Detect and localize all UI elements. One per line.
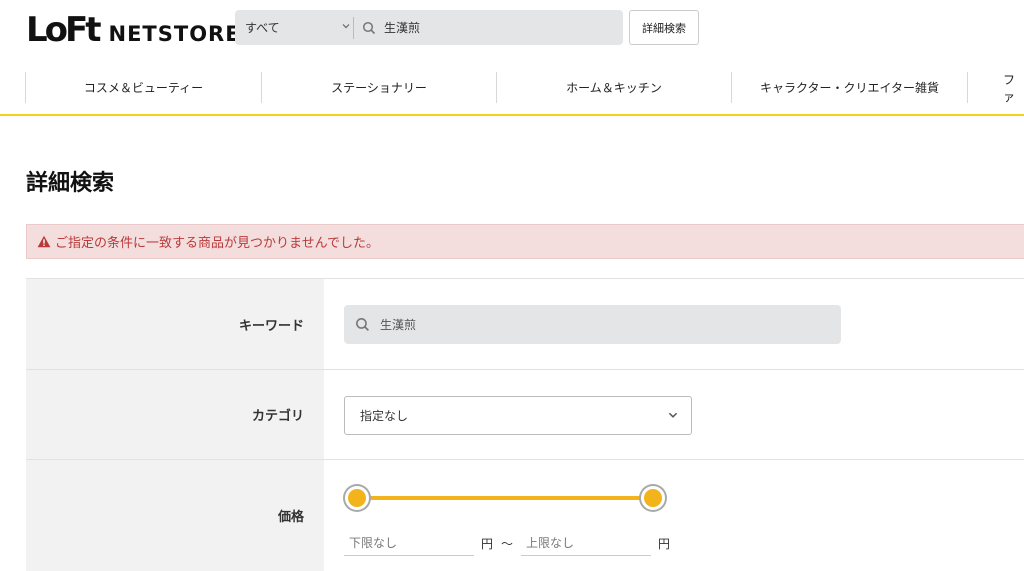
chevron-down-icon — [667, 409, 679, 424]
site-header: LoFt NETSTORE すべて 生漢煎 詳細検索 — [0, 0, 1024, 60]
nav-item-home-kitchen[interactable]: ホーム＆キッチン — [496, 72, 731, 103]
price-body: 下限なし 円 〜 上限なし 円 — [324, 460, 1024, 571]
warning-icon — [37, 235, 51, 248]
keyword-label: キーワード — [26, 279, 324, 369]
price-min-unit: 円 — [481, 536, 494, 551]
nav-underline — [0, 114, 1024, 116]
category-select[interactable]: 指定なし — [344, 396, 692, 435]
category-selected-value: 指定なし — [360, 409, 409, 423]
price-slider-min-handle[interactable] — [345, 486, 369, 510]
price-max-placeholder: 上限なし — [526, 536, 575, 550]
nav-item-character[interactable]: キャラクター・クリエイター雑貨 — [731, 72, 967, 103]
category-row: カテゴリ 指定なし — [26, 369, 1024, 459]
no-results-alert: ご指定の条件に一致する商品が見つかりませんでした。 — [26, 224, 1024, 259]
category-nav: コスメ＆ビューティー ステーショナリー ホーム＆キッチン キャラクター・クリエイ… — [0, 72, 1024, 104]
price-slider-track[interactable] — [357, 496, 653, 500]
price-label: 価格 — [26, 460, 324, 571]
alert-message: ご指定の条件に一致する商品が見つかりませんでした。 — [55, 236, 379, 251]
site-logo[interactable]: LoFt NETSTORE — [26, 11, 241, 47]
price-slider-max-handle[interactable] — [641, 486, 665, 510]
header-search-input[interactable]: 生漢煎 — [384, 19, 420, 36]
search-icon[interactable] — [354, 10, 384, 45]
keyword-input-value: 生漢煎 — [380, 318, 417, 332]
chevron-down-icon — [341, 21, 351, 34]
nav-item-stationery[interactable]: ステーショナリー — [261, 72, 496, 103]
price-max-input[interactable]: 上限なし — [521, 530, 651, 556]
search-icon — [344, 307, 380, 342]
advanced-search-button[interactable]: 詳細検索 — [629, 10, 699, 45]
keyword-body: 生漢煎 — [324, 279, 1024, 369]
page-title: 詳細検索 — [26, 171, 115, 196]
keyword-input[interactable]: 生漢煎 — [344, 305, 841, 344]
header-search-bar: すべて 生漢煎 — [235, 10, 623, 45]
nav-item-fashion[interactable]: ファ — [967, 72, 1024, 104]
nav-item-cosme[interactable]: コスメ＆ビューティー — [25, 72, 261, 103]
price-max-unit: 円 — [658, 536, 671, 551]
search-scope-select[interactable]: すべて — [235, 10, 353, 45]
logo-netstore: NETSTORE — [108, 22, 241, 46]
search-scope-value: すべて — [245, 21, 280, 35]
category-body: 指定なし — [324, 370, 1024, 459]
price-row: 価格 下限なし 円 〜 上限なし 円 — [26, 459, 1024, 571]
price-range-separator: 〜 — [501, 536, 514, 551]
category-label: カテゴリ — [26, 370, 324, 459]
logo-loft: LoFt — [26, 10, 101, 50]
price-min-placeholder: 下限なし — [349, 536, 398, 550]
price-min-input[interactable]: 下限なし — [344, 530, 474, 556]
keyword-row: キーワード 生漢煎 — [26, 278, 1024, 369]
